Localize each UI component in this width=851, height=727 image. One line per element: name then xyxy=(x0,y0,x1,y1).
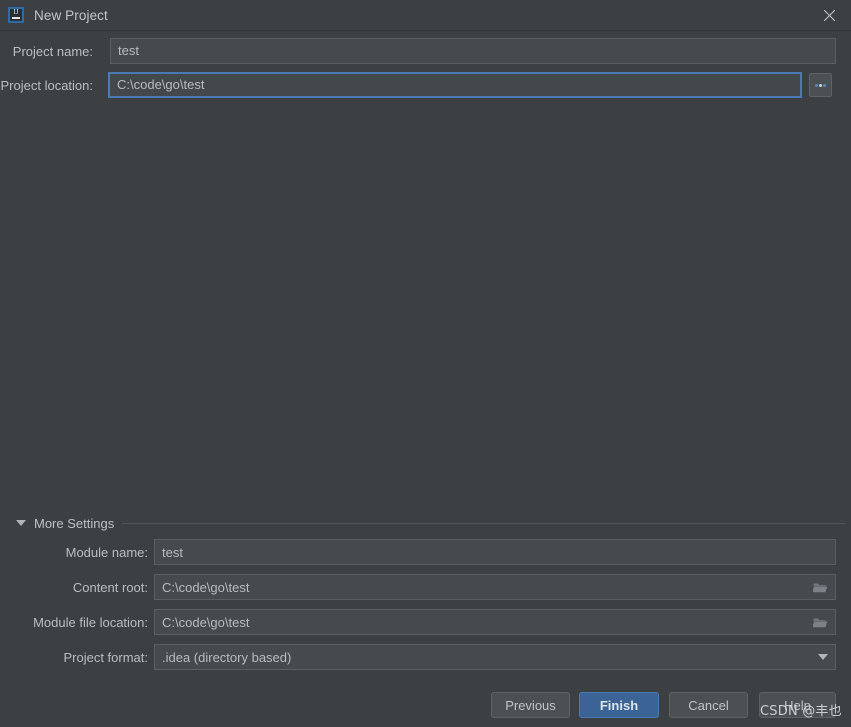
content-root-row: Content root: C:\code\go\test xyxy=(0,574,851,600)
more-settings-separator xyxy=(122,522,845,524)
project-location-row: Project location: C:\code\go\test xyxy=(0,72,851,98)
module-name-row: Module name: test xyxy=(0,539,851,565)
module-name-label: Module name: xyxy=(65,544,148,560)
content-root-value: C:\code\go\test xyxy=(162,579,250,595)
module-file-location-row: Module file location: C:\code\go\test xyxy=(0,609,851,635)
title-bar: IJ New Project xyxy=(0,0,851,31)
project-location-label: Project location: xyxy=(0,77,94,93)
intellij-idea-icon-underline xyxy=(12,17,20,19)
more-settings-section-header[interactable]: More Settings xyxy=(0,513,851,533)
chevron-down-icon[interactable] xyxy=(818,654,828,660)
module-file-location-value: C:\code\go\test xyxy=(162,614,250,630)
module-name-input[interactable]: test xyxy=(154,539,836,565)
project-name-row: Project name: test xyxy=(0,38,851,64)
close-icon xyxy=(823,9,835,21)
help-button[interactable]: Help xyxy=(759,692,836,718)
triangle-down-icon[interactable] xyxy=(16,520,26,526)
project-format-label: Project format: xyxy=(63,649,148,665)
module-name-value: test xyxy=(162,544,183,560)
dialog-button-bar: Previous Finish Cancel Help xyxy=(0,692,851,718)
ellipsis-icon xyxy=(815,83,826,87)
close-button[interactable] xyxy=(817,4,841,26)
project-name-label: Project name: xyxy=(12,43,93,59)
content-root-input[interactable]: C:\code\go\test xyxy=(154,574,836,600)
intellij-idea-icon-glyph: IJ xyxy=(13,8,19,16)
project-format-select[interactable]: .idea (directory based) xyxy=(154,644,836,670)
content-root-label: Content root: xyxy=(72,579,148,595)
folder-icon[interactable] xyxy=(813,581,828,594)
previous-button[interactable]: Previous xyxy=(491,692,570,718)
folder-icon[interactable] xyxy=(813,616,828,629)
intellij-idea-icon: IJ xyxy=(8,7,24,23)
more-settings-label: More Settings xyxy=(34,515,115,531)
project-format-row: Project format: .idea (directory based) xyxy=(0,644,851,670)
finish-button[interactable]: Finish xyxy=(579,692,659,718)
cancel-button[interactable]: Cancel xyxy=(669,692,748,718)
project-format-value: .idea (directory based) xyxy=(162,649,292,665)
module-file-location-input[interactable]: C:\code\go\test xyxy=(154,609,836,635)
project-location-browse-button[interactable] xyxy=(809,73,832,97)
module-file-location-label: Module file location: xyxy=(33,614,148,630)
project-location-input[interactable]: C:\code\go\test xyxy=(108,72,802,98)
window-title: New Project xyxy=(34,7,108,23)
project-name-input[interactable]: test xyxy=(110,38,836,64)
